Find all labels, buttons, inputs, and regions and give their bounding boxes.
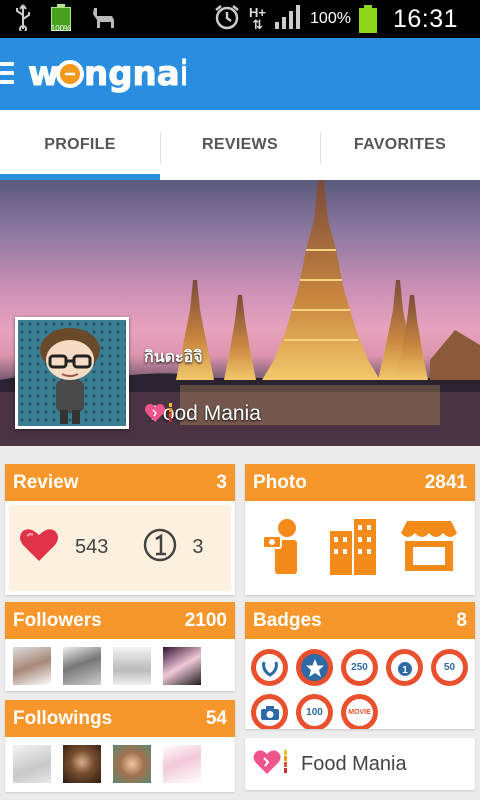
star-badge-icon[interactable]	[296, 649, 333, 686]
laurel-badge-icon[interactable]	[251, 649, 288, 686]
followings-card-title: Followings	[13, 707, 113, 729]
tab-favorites[interactable]: FAVORITES	[320, 110, 480, 180]
count-badge-icon[interactable]: 50	[431, 649, 468, 686]
profile-rank: Food Mania	[144, 402, 261, 426]
following-avatar[interactable]	[163, 745, 201, 783]
review-card-count: 3	[216, 471, 227, 493]
follower-avatar[interactable]	[113, 647, 151, 685]
svg-text:ngnai: ngnai	[84, 54, 186, 94]
photo-card[interactable]: Photo 2841	[245, 464, 475, 595]
avatar-image	[18, 320, 126, 426]
app-root: 100% H+ ⇅ 100% 16:31 w ngnai PROFILE REV…	[0, 0, 480, 800]
followings-card-count: 54	[205, 707, 227, 729]
followers-card-header: Followers 2100	[5, 602, 235, 639]
following-avatar[interactable]	[63, 745, 101, 783]
app-bar: w ngnai	[0, 38, 480, 110]
clock: 16:31	[392, 4, 458, 33]
cover-photo: กินดะอิจิ Food Mania	[0, 180, 480, 446]
followers-thumbnails	[5, 639, 235, 693]
wongnai-logo-graphic: w ngnai	[28, 54, 187, 95]
badge-list: 250 1 50 100 MOVIE	[245, 639, 475, 729]
review-card[interactable]: Review 3 543 3	[5, 464, 235, 595]
rank-card[interactable]: Food Mania	[245, 738, 475, 790]
review-stats: 543 3	[9, 505, 231, 591]
follower-avatar[interactable]	[13, 647, 51, 685]
followers-card[interactable]: Followers 2100	[5, 602, 235, 691]
llama-icon	[90, 4, 118, 35]
badges-card-title: Badges	[253, 609, 322, 631]
badge-50-label: 50	[436, 654, 463, 681]
following-avatar[interactable]	[113, 745, 151, 783]
review-stat-row: 543 3	[9, 505, 231, 589]
medal-badge-icon[interactable]: 1	[386, 649, 423, 686]
battery-charged-icon: 100%	[48, 4, 74, 34]
heart-rank-icon	[253, 748, 289, 781]
follower-avatar[interactable]	[63, 647, 101, 685]
badge-100-label: 100	[301, 699, 328, 726]
battery-small-label: 100%	[50, 24, 72, 33]
badges-card-header: Badges 8	[245, 602, 475, 639]
status-bar-left: 100%	[14, 3, 118, 36]
badge-250-label: 250	[346, 654, 373, 681]
alarm-icon	[213, 3, 241, 36]
following-avatar[interactable]	[13, 745, 51, 783]
svg-text:1: 1	[402, 665, 408, 676]
photographer-icon	[261, 516, 307, 581]
review-card-header: Review 3	[5, 464, 235, 501]
followings-card[interactable]: Followings 54	[5, 700, 235, 792]
badges-card[interactable]: Badges 8 250 1 50 100 MOVIE	[245, 602, 475, 729]
wongnai-logo[interactable]: w ngnai	[26, 46, 187, 102]
building-icon	[328, 517, 378, 580]
heart-icon	[19, 527, 59, 568]
review-first-count: 3	[192, 535, 204, 558]
follower-avatar[interactable]	[163, 647, 201, 685]
battery-percent: 100%	[310, 10, 351, 27]
cartoon-avatar-icon	[40, 328, 100, 424]
svg-text:w: w	[28, 54, 59, 94]
movie-badge-icon[interactable]: MOVIE	[341, 694, 378, 729]
photo-card-title: Photo	[253, 471, 307, 493]
count-badge-icon[interactable]: 100	[296, 694, 333, 729]
number-one-icon	[142, 527, 178, 568]
signal-icon	[274, 4, 302, 34]
badge-movie-label: MOVIE	[346, 699, 373, 726]
rank-card-label: Food Mania	[301, 752, 407, 775]
usb-icon	[14, 3, 32, 36]
shop-icon	[399, 519, 459, 578]
followers-card-title: Followers	[13, 609, 102, 631]
tab-profile[interactable]: PROFILE	[0, 110, 160, 180]
photo-card-header: Photo 2841	[245, 464, 475, 501]
profile-name: กินดะอิจิ	[144, 349, 203, 366]
profile-tabs: PROFILE REVIEWS FAVORITES	[0, 110, 480, 180]
followers-card-count: 2100	[184, 609, 227, 631]
battery-icon	[358, 5, 377, 33]
photo-card-count: 2841	[424, 471, 467, 493]
tab-reviews[interactable]: REVIEWS	[160, 110, 320, 180]
review-likes: 543	[75, 535, 109, 558]
followings-card-header: Followings 54	[5, 700, 235, 737]
badges-card-count: 8	[456, 609, 467, 631]
followings-thumbnails	[5, 737, 235, 791]
network-type: H+ ⇅	[249, 5, 267, 32]
status-bar-right: H+ ⇅ 100% 16:31	[213, 4, 458, 34]
count-badge-icon[interactable]: 250	[341, 649, 378, 686]
review-card-title: Review	[13, 471, 79, 493]
camera-badge-icon[interactable]	[251, 694, 288, 729]
photo-icons	[245, 501, 475, 595]
hamburger-menu-icon[interactable]	[0, 62, 14, 84]
profile-avatar[interactable]	[15, 317, 129, 429]
status-bar: 100% H+ ⇅ 100% 16:31	[0, 0, 480, 38]
